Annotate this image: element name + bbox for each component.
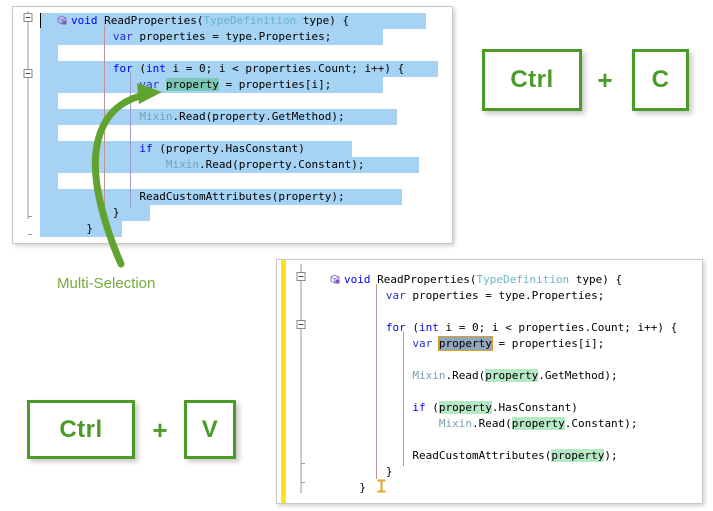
outlining-gutter-top[interactable]	[21, 7, 34, 243]
code-line: var properties = type.Properties;	[112, 30, 332, 43]
reference-highlight: property	[438, 401, 492, 414]
keycap-label: Ctrl	[510, 66, 554, 93]
code-surface-bottom[interactable]: void ReadProperties(TypeDefinition type)…	[313, 260, 702, 503]
code-line: var property = properties[i];	[139, 78, 332, 91]
code-line: for (int i = 0; i < properties.Count; i+…	[112, 62, 405, 75]
code-line: Mixin.Read(property.Constant);	[165, 158, 365, 171]
multi-selection-label: Multi-Selection	[57, 275, 156, 292]
collapse-box-for-loop[interactable]	[23, 69, 32, 78]
keycap-label: Ctrl	[59, 415, 103, 443]
collapse-box-method[interactable]	[23, 13, 32, 22]
code-editor-renamed[interactable]: void ReadProperties(TypeDefinition type)…	[276, 259, 703, 504]
reference-highlight: property	[485, 369, 539, 382]
code-line: }	[40, 206, 120, 219]
outlining-tree-line	[27, 11, 28, 219]
code-line: ReadCustomAttributes(property);	[40, 190, 345, 203]
code-line: void ReadProperties(TypeDefinition type)…	[344, 273, 623, 286]
outlining-gutter-bottom[interactable]	[294, 260, 307, 503]
code-line: Mixin.Read(property.GetMethod);	[412, 369, 618, 382]
selection-band	[40, 125, 58, 141]
code-line: var properties = type.Properties;	[385, 289, 605, 302]
method-glyph-icon	[330, 274, 340, 284]
selection-band	[40, 93, 58, 109]
selected-token: property	[165, 78, 219, 91]
code-line: Mixin.Read(property.GetMethod);	[139, 110, 345, 123]
text-caret	[40, 13, 41, 28]
rename-token: property	[437, 336, 493, 351]
keycap-c[interactable]: C	[632, 49, 689, 111]
keycap-label: V	[201, 415, 219, 443]
unsaved-change-bar	[281, 260, 286, 503]
outlining-tick-inner	[300, 463, 305, 464]
reference-highlight: property	[551, 449, 605, 462]
code-line: }	[313, 465, 393, 478]
structure-guide-for	[403, 332, 404, 466]
code-line: }	[40, 222, 93, 235]
plus-sign-copy: +	[592, 65, 618, 95]
code-surface-top[interactable]: void ReadProperties(TypeDefinition type)…	[40, 7, 452, 243]
plus-sign-paste: +	[147, 415, 173, 445]
method-glyph-icon	[57, 15, 67, 25]
code-line: Mixin.Read(property.Constant);	[438, 417, 638, 430]
plus-label: +	[597, 64, 613, 95]
code-line: if (property.HasConstant)	[412, 401, 578, 414]
code-line: }	[313, 481, 366, 494]
keycap-ctrl-copy[interactable]: Ctrl	[482, 49, 582, 111]
code-line: var property = properties[i];	[412, 336, 605, 351]
plus-label: +	[152, 414, 168, 445]
code-editor-multiselect[interactable]: void ReadProperties(TypeDefinition type)…	[12, 6, 453, 244]
code-line: if (property.HasConstant)	[139, 142, 305, 155]
keycap-label: C	[651, 66, 670, 93]
selection-band	[40, 173, 58, 189]
code-line: for (int i = 0; i < properties.Count; i+…	[385, 321, 678, 334]
collapse-box-method[interactable]	[296, 272, 305, 281]
reference-highlight: property	[511, 417, 565, 430]
outlining-tick-inner	[27, 216, 32, 217]
selection-band	[40, 45, 58, 61]
keycap-v[interactable]: V	[184, 400, 236, 459]
outlining-tick-outer	[300, 482, 305, 483]
collapse-box-for-loop[interactable]	[296, 320, 305, 329]
keycap-ctrl-paste[interactable]: Ctrl	[27, 400, 135, 459]
outlining-tick-outer	[27, 234, 32, 235]
outlining-tree-line	[300, 264, 301, 493]
rename-caret-icon	[377, 479, 386, 493]
code-line: ReadCustomAttributes(property);	[313, 449, 618, 462]
code-line: void ReadProperties(TypeDefinition type)…	[71, 14, 350, 27]
